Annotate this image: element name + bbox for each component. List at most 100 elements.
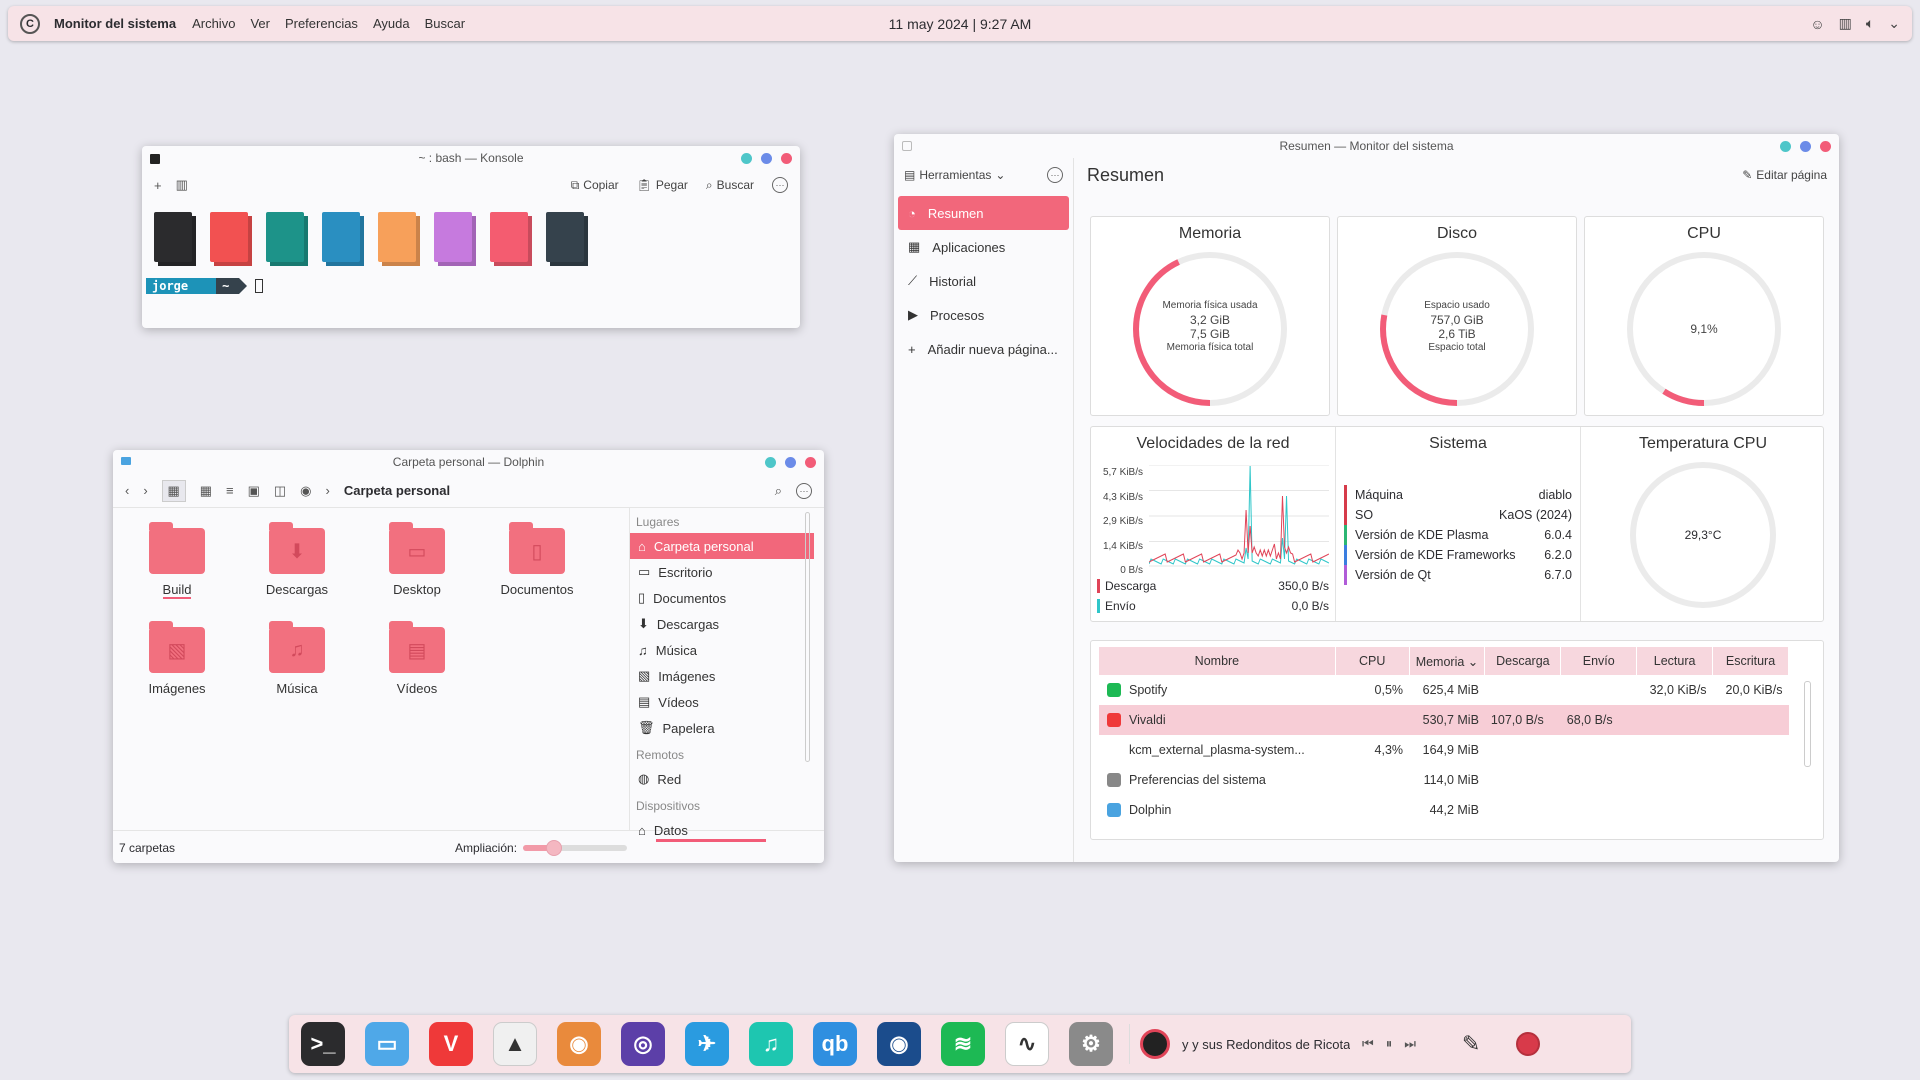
nav-item[interactable]: + Añadir nueva página... — [898, 332, 1069, 366]
files-icon[interactable]: ▭ — [365, 1022, 409, 1066]
color-picker-icon[interactable]: ✎ — [1462, 1031, 1480, 1057]
search-button[interactable]: ⌕ Buscar — [706, 178, 754, 193]
swift-icon[interactable]: ✈ — [685, 1022, 729, 1066]
place-red[interactable]: ◍ Red — [630, 766, 814, 792]
table-row[interactable]: Spotify 0,5% 625,4 MiB 32,0 KiB/s 20,0 KiB/s — [1099, 675, 1789, 705]
place-item[interactable]: ⬇ Descargas — [630, 611, 814, 637]
more-options-icon[interactable]: ··· — [796, 482, 812, 499]
edit-page-button[interactable]: ✎ Editar página — [1742, 168, 1827, 182]
column-header[interactable]: Escritura — [1712, 647, 1789, 675]
more-options-icon[interactable]: ··· — [1047, 167, 1063, 183]
close-button[interactable] — [805, 457, 816, 468]
nav-item[interactable]: ◔ Resumen — [898, 196, 1069, 230]
close-button[interactable] — [781, 153, 792, 164]
zoom-slider[interactable] — [523, 839, 628, 856]
folder-item[interactable]: ▤ Vídeos — [357, 621, 477, 696]
music-icon[interactable]: ♫ — [749, 1022, 793, 1066]
place-item[interactable]: ▭ Escritorio — [630, 559, 814, 585]
gimp-icon[interactable]: ◉ — [557, 1022, 601, 1066]
podcast-icon[interactable]: ◎ — [621, 1022, 665, 1066]
battery-icon[interactable]: ▥ — [1839, 15, 1852, 32]
tools-button[interactable]: ▤ Herramientas ⌄ — [904, 168, 1005, 182]
zoom-slider-handle[interactable] — [546, 839, 563, 856]
record-icon[interactable] — [1516, 1032, 1541, 1056]
dolphin-titlebar[interactable]: Carpeta personal — Dolphin — [113, 450, 824, 474]
icons-view-icon[interactable]: ▦ — [161, 479, 186, 502]
menu-archivo[interactable]: Archivo — [192, 16, 235, 31]
system-monitor-icon[interactable]: ∿ — [1005, 1022, 1049, 1066]
folder-item[interactable]: ▧ Imágenes — [117, 621, 237, 696]
folder-item[interactable]: ▭ Desktop — [357, 522, 477, 599]
inkscape-icon[interactable]: ▲ — [493, 1022, 537, 1066]
split-icon[interactable]: ◫ — [274, 483, 286, 499]
spotify-icon[interactable]: ≋ — [941, 1022, 985, 1066]
folder-item[interactable]: ⬇ Descargas — [237, 522, 357, 599]
menu-preferencias[interactable]: Preferencias — [285, 16, 358, 31]
column-header[interactable]: Descarga — [1484, 647, 1562, 675]
maximize-button[interactable] — [785, 457, 796, 468]
terminal-icon[interactable]: >_ — [301, 1022, 345, 1066]
column-header[interactable]: Memoria ⌄ — [1409, 647, 1486, 675]
kde-logo-icon[interactable]: C — [20, 13, 40, 34]
column-header[interactable]: CPU — [1335, 647, 1410, 675]
search-icon[interactable]: ⌕ — [775, 483, 782, 499]
menu-buscar[interactable]: Buscar — [425, 16, 465, 31]
places-scrollbar[interactable] — [805, 512, 810, 762]
ghost-icon[interactable]: ☺ — [1810, 16, 1824, 32]
paste-button[interactable]: 📋︎ Pegar — [637, 178, 688, 192]
nav-item[interactable]: ⟋ Historial — [898, 264, 1069, 298]
terminal-area[interactable]: jorge ~ — [142, 200, 800, 328]
column-header[interactable]: Envío — [1560, 647, 1638, 675]
place-item[interactable]: ▧ Imágenes — [630, 663, 814, 689]
place-item[interactable]: 🗑︎ Papelera — [630, 715, 814, 741]
folder-item[interactable]: ▯ Documentos — [477, 522, 597, 599]
place-item[interactable]: ♫ Música — [630, 637, 814, 663]
chevron-down-icon[interactable]: ⌄ — [1888, 15, 1900, 32]
konsole-titlebar[interactable]: ~ : bash — Konsole — [142, 146, 800, 170]
menu-ver[interactable]: Ver — [250, 16, 270, 31]
place-item[interactable]: ▯ Documentos — [630, 585, 814, 611]
table-row[interactable]: Preferencias del sistema 114,0 MiB — [1099, 765, 1789, 795]
minimize-button[interactable] — [765, 457, 776, 468]
more-options-icon[interactable]: ··· — [772, 177, 788, 193]
folder-item[interactable]: Build — [117, 522, 237, 599]
window-menu-icon[interactable] — [902, 141, 912, 151]
table-row[interactable]: Vivaldi 530,7 MiB 107,0 B/s 68,0 B/s — [1099, 705, 1789, 735]
compact-view-icon[interactable]: ▦ — [200, 483, 212, 499]
next-track-icon[interactable]: ⏭︎ — [1404, 1036, 1416, 1052]
maximize-button[interactable] — [761, 153, 772, 164]
minimize-button[interactable] — [741, 153, 752, 164]
table-row[interactable]: Dolphin 44,2 MiB — [1099, 795, 1789, 825]
minimize-button[interactable] — [1780, 141, 1791, 152]
album-art[interactable] — [1140, 1029, 1170, 1059]
window-menu-icon[interactable] — [150, 154, 160, 164]
column-header[interactable]: Lectura — [1636, 647, 1714, 675]
table-scrollbar[interactable] — [1804, 681, 1811, 767]
split-view-icon[interactable]: ▥ — [176, 177, 188, 193]
column-header[interactable]: Nombre — [1099, 647, 1336, 675]
now-playing-title[interactable]: y y sus Redonditos de Ricota - El Pil — [1182, 1037, 1350, 1052]
eye-icon[interactable]: ◉ — [300, 483, 311, 499]
details-view-icon[interactable]: ≡ — [226, 483, 234, 498]
volume-icon[interactable]: 🔈︎ — [1866, 15, 1874, 32]
nav-item[interactable]: ▦ Aplicaciones — [898, 230, 1069, 264]
breadcrumb[interactable]: Carpeta personal — [344, 483, 450, 498]
nav-item[interactable]: ▶ Procesos — [898, 298, 1069, 332]
forward-icon[interactable]: › — [143, 483, 147, 498]
place-datos[interactable]: ⌂ Datos — [630, 817, 814, 843]
maximize-button[interactable] — [1800, 141, 1811, 152]
table-row[interactable]: kcm_external_plasma-system... 4,3% 164,9 M… — [1099, 735, 1789, 765]
folder-item[interactable]: ♫ Música — [237, 621, 357, 696]
back-icon[interactable]: ‹ — [125, 483, 129, 498]
vivaldi-icon[interactable]: V — [429, 1022, 473, 1066]
menu-ayuda[interactable]: Ayuda — [373, 16, 410, 31]
sysmon-titlebar[interactable]: Resumen — Monitor del sistema — [894, 134, 1839, 158]
steam-icon[interactable]: ◉ — [877, 1022, 921, 1066]
previous-track-icon[interactable]: ⏮︎ — [1362, 1036, 1374, 1052]
close-button[interactable] — [1820, 141, 1831, 152]
qbittorrent-icon[interactable]: qb — [813, 1022, 857, 1066]
preview-icon[interactable]: ▣ — [248, 483, 260, 499]
place-item[interactable]: ▤ Vídeos — [630, 689, 814, 715]
place-item[interactable]: ⌂ Carpeta personal — [630, 533, 814, 559]
copy-button[interactable]: ⧉ Copiar — [571, 178, 619, 193]
